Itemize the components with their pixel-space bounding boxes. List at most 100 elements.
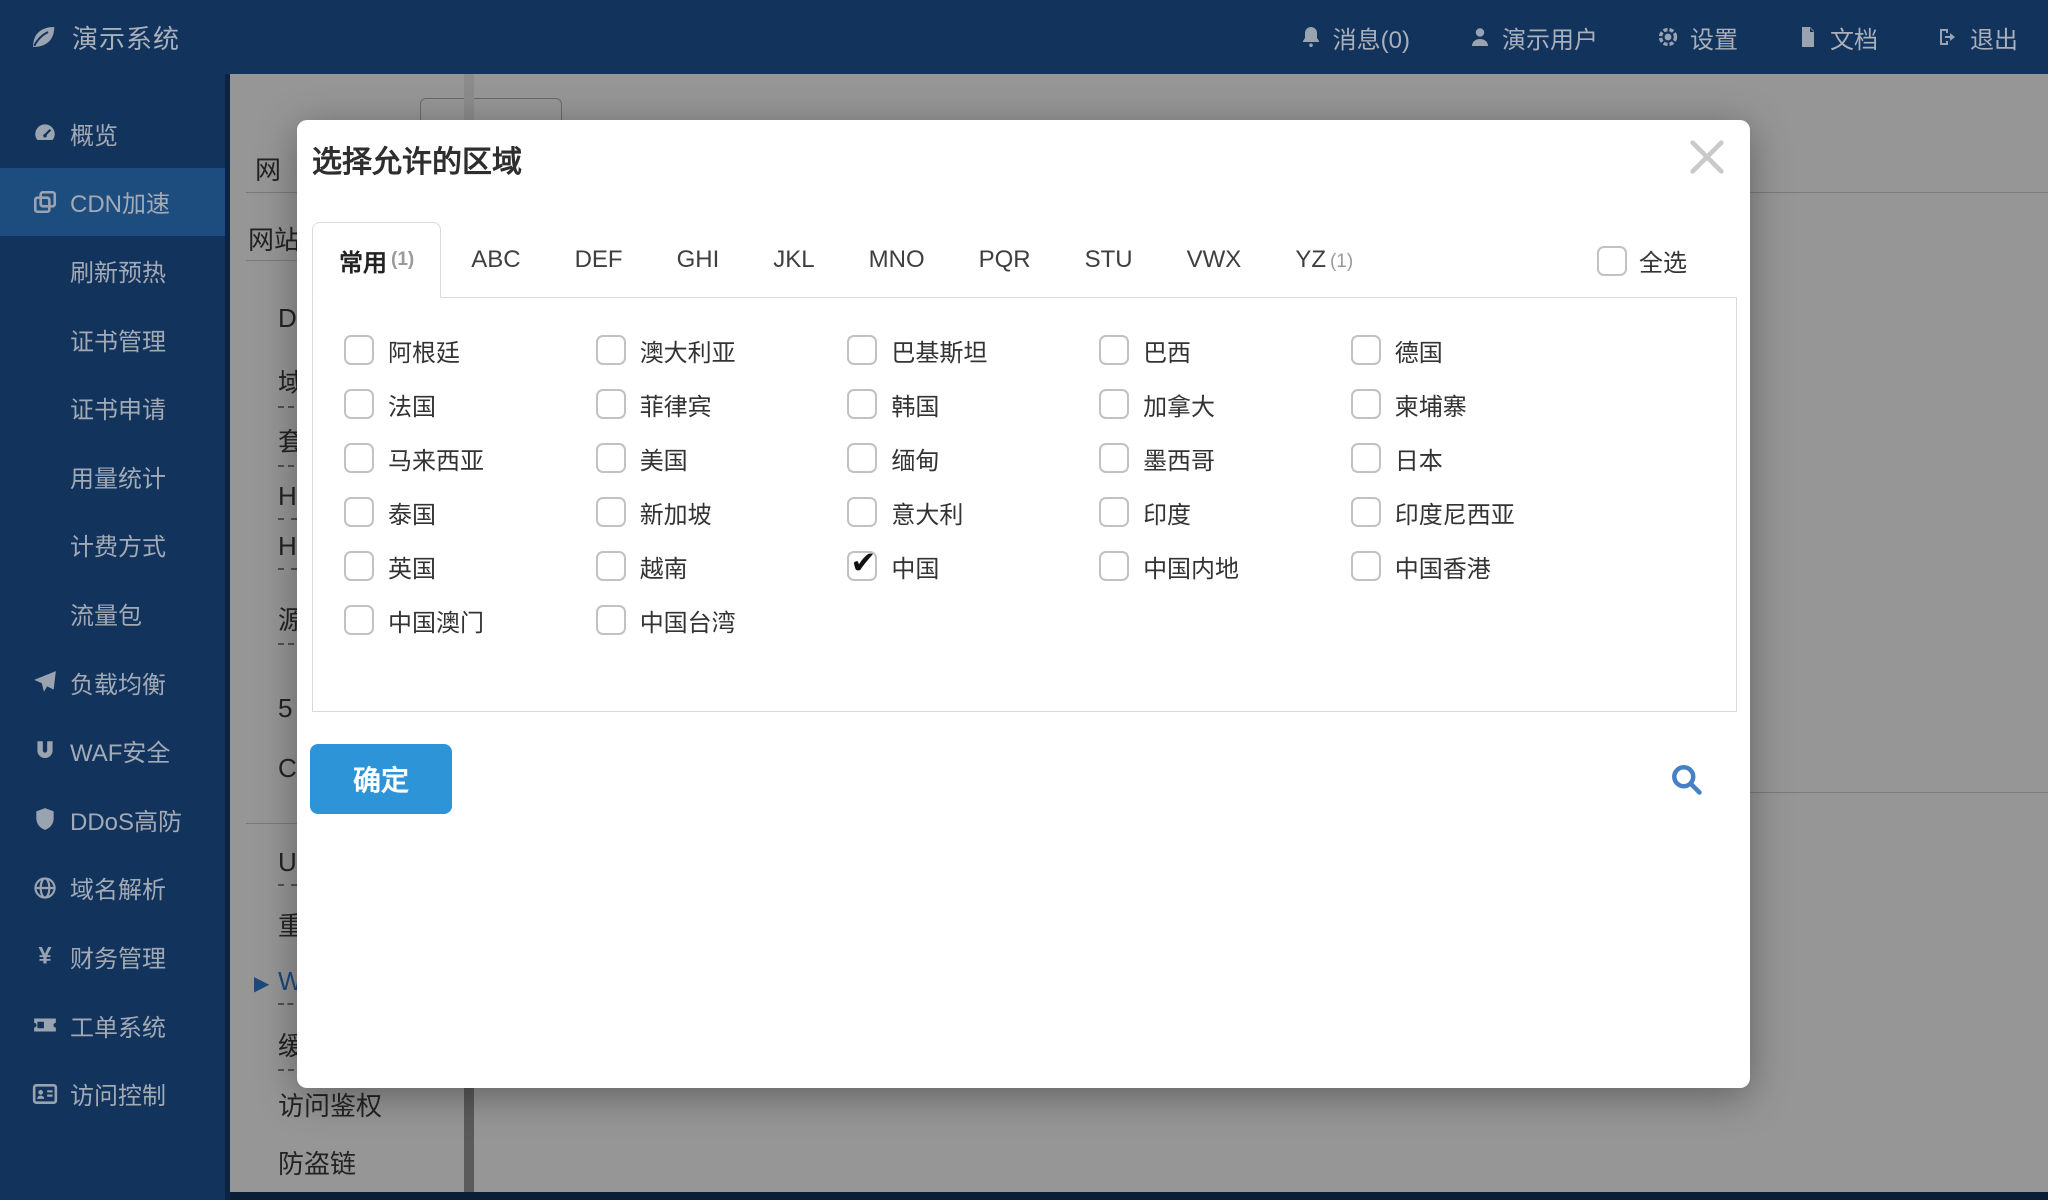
region-label: 中国 bbox=[891, 555, 940, 583]
region-checkbox-item[interactable]: ✔ 马来西亚 bbox=[344, 431, 596, 485]
sidebar-item[interactable]: 负载均衡 bbox=[0, 648, 225, 717]
region-checkbox-item[interactable]: ✔ 印度 bbox=[1099, 485, 1351, 539]
top-nav-item[interactable]: 消息(0) bbox=[1299, 20, 1410, 55]
confirm-button[interactable]: 确定 bbox=[310, 744, 452, 814]
region-checkbox-item[interactable]: ✔ 新加坡 bbox=[595, 485, 848, 539]
sidebar-item[interactable]: CDN加速 bbox=[0, 167, 225, 237]
region-checkbox[interactable]: ✔ bbox=[847, 389, 878, 419]
select-all-checkbox[interactable] bbox=[1597, 245, 1627, 276]
top-nav-item[interactable]: 文档 bbox=[1796, 20, 1878, 55]
sidebar-item[interactable]: DDoS高防 bbox=[0, 785, 225, 854]
close-button[interactable] bbox=[1684, 134, 1730, 180]
region-checkbox-item[interactable]: ✔ 加拿大 bbox=[1099, 377, 1351, 431]
region-group-tab[interactable]: 常用 (1) bbox=[312, 222, 442, 298]
region-checkbox[interactable]: ✔ bbox=[344, 497, 374, 527]
region-checkbox[interactable]: ✔ bbox=[847, 335, 878, 365]
region-checkbox-item[interactable]: ✔ 越南 bbox=[595, 539, 848, 593]
region-checkbox-item[interactable]: ✔ 泰国 bbox=[344, 485, 596, 539]
region-checkbox[interactable]: ✔ bbox=[1099, 551, 1130, 581]
region-checkbox-item[interactable]: ✔ 阿根廷 bbox=[344, 323, 596, 377]
region-group-tab[interactable]: YZ (1) bbox=[1295, 246, 1353, 274]
top-nav-item[interactable]: 退出 bbox=[1936, 20, 2018, 55]
region-group-tab[interactable]: DEF bbox=[575, 246, 627, 274]
sidebar-item-label: 证书管理 bbox=[70, 328, 166, 356]
region-checkbox[interactable]: ✔ bbox=[595, 443, 626, 473]
region-group-tab[interactable]: ABC bbox=[471, 246, 524, 274]
region-checkbox-item[interactable]: ✔ 英国 bbox=[344, 539, 596, 593]
region-checkbox[interactable]: ✔ bbox=[1099, 389, 1130, 419]
region-checkbox[interactable]: ✔ bbox=[1350, 551, 1381, 581]
region-checkbox[interactable]: ✔ bbox=[1350, 497, 1381, 527]
region-group-tab[interactable]: PQR bbox=[979, 246, 1035, 274]
select-all-checkbox-item[interactable]: 全选 bbox=[1597, 243, 1687, 278]
region-checkbox[interactable]: ✔ bbox=[344, 551, 374, 581]
sidebar-item[interactable]: 计费方式 bbox=[0, 511, 225, 580]
region-checkbox[interactable]: ✔ bbox=[1099, 443, 1130, 473]
region-checkbox[interactable]: ✔ bbox=[595, 551, 626, 581]
search-button[interactable] bbox=[1668, 761, 1704, 797]
sidebar-item[interactable]: 工单系统 bbox=[0, 991, 225, 1060]
region-checkbox-item[interactable]: ✔ 中国香港 bbox=[1350, 539, 1603, 593]
region-checkbox[interactable]: ✔ bbox=[344, 605, 374, 635]
region-group-tab[interactable]: MNO bbox=[869, 246, 929, 274]
region-checkbox-item[interactable]: ✔ 中国澳门 bbox=[344, 593, 596, 647]
region-checkbox[interactable]: ✔ bbox=[1099, 335, 1130, 365]
region-checkbox-grid: ✔ 阿根廷 ✔ 澳大利亚 ✔ 巴基斯坦 bbox=[312, 297, 1737, 712]
top-nav-item[interactable]: 设置 bbox=[1656, 20, 1738, 55]
region-group-tab[interactable]: GHI bbox=[677, 246, 724, 274]
sidebar-item[interactable]: 流量包 bbox=[0, 579, 225, 648]
brand-logo[interactable]: 演示系统 bbox=[28, 19, 180, 56]
region-group-tab[interactable]: STU bbox=[1085, 246, 1137, 274]
top-nav-item[interactable]: 演示用户 bbox=[1468, 20, 1598, 55]
region-checkbox[interactable]: ✔ bbox=[1350, 443, 1381, 473]
sidebar-item[interactable]: 刷新预热 bbox=[0, 236, 225, 305]
region-checkbox[interactable]: ✔ bbox=[344, 335, 374, 365]
region-checkbox-item[interactable]: ✔ 法国 bbox=[344, 377, 596, 431]
region-checkbox-item[interactable]: ✔ 墨西哥 bbox=[1099, 431, 1351, 485]
region-checkbox[interactable]: ✔ bbox=[595, 335, 626, 365]
sidebar-item[interactable]: 访问控制 bbox=[0, 1059, 225, 1128]
app-title: 演示系统 bbox=[72, 23, 181, 54]
region-checkbox[interactable]: ✔ bbox=[595, 497, 626, 527]
sidebar-item[interactable]: 概览 bbox=[0, 99, 225, 168]
sidebar-item[interactable]: 证书管理 bbox=[0, 305, 225, 374]
region-checkbox-item[interactable]: ✔ 印度尼西亚 bbox=[1350, 485, 1603, 539]
region-checkbox[interactable]: ✔ bbox=[1350, 389, 1381, 419]
region-checkbox-item[interactable]: ✔ 巴基斯坦 bbox=[847, 323, 1099, 377]
region-checkbox-item[interactable]: ✔ 日本 bbox=[1350, 431, 1603, 485]
region-checkbox-item[interactable]: ✔ 中国 bbox=[847, 539, 1099, 593]
region-checkbox-item[interactable]: ✔ 菲律宾 bbox=[595, 377, 848, 431]
region-checkbox[interactable]: ✔ bbox=[344, 389, 374, 419]
region-checkbox[interactable]: ✔ bbox=[344, 443, 374, 473]
sidebar-item[interactable]: 证书申请 bbox=[0, 373, 225, 442]
sidebar-item-label: 计费方式 bbox=[70, 534, 166, 562]
region-label: 阿根廷 bbox=[388, 339, 460, 367]
user-icon bbox=[1468, 25, 1492, 49]
region-checkbox-item[interactable]: ✔ 柬埔寨 bbox=[1350, 377, 1603, 431]
region-checkbox[interactable]: ✔ bbox=[595, 605, 626, 635]
region-group-tab[interactable]: JKL bbox=[773, 246, 818, 274]
sidebar-item-label: 刷新预热 bbox=[70, 259, 166, 287]
sidebar-item[interactable]: WAF安全 bbox=[0, 716, 225, 785]
region-group-tab[interactable]: VWX bbox=[1187, 246, 1246, 274]
region-checkbox-item[interactable]: ✔ 韩国 bbox=[847, 377, 1099, 431]
sidebar-item[interactable]: 域名解析 bbox=[0, 854, 225, 923]
region-checkbox-item[interactable]: ✔ 中国内地 bbox=[1099, 539, 1351, 593]
region-checkbox[interactable]: ✔ bbox=[1099, 497, 1130, 527]
sidebar-item[interactable]: 用量统计 bbox=[0, 442, 225, 511]
region-checkbox[interactable]: ✔ bbox=[847, 497, 878, 527]
region-checkbox-item[interactable]: ✔ 中国台湾 bbox=[595, 593, 848, 647]
region-checkbox[interactable]: ✔ bbox=[847, 443, 878, 473]
region-checkbox-item[interactable]: ✔ 意大利 bbox=[847, 485, 1099, 539]
region-checkbox[interactable]: ✔ bbox=[847, 547, 878, 581]
region-checkbox-item[interactable]: ✔ 缅甸 bbox=[847, 431, 1099, 485]
top-nav-label: 设置 bbox=[1690, 26, 1738, 54]
ticket-icon bbox=[32, 1012, 58, 1038]
region-checkbox-item[interactable]: ✔ 美国 bbox=[595, 431, 848, 485]
region-checkbox[interactable]: ✔ bbox=[1350, 335, 1381, 365]
region-checkbox[interactable]: ✔ bbox=[595, 389, 626, 419]
region-checkbox-item[interactable]: ✔ 澳大利亚 bbox=[595, 323, 848, 377]
region-checkbox-item[interactable]: ✔ 德国 bbox=[1350, 323, 1603, 377]
region-checkbox-item[interactable]: ✔ 巴西 bbox=[1099, 323, 1351, 377]
sidebar-item[interactable]: 财务管理 bbox=[0, 922, 225, 991]
